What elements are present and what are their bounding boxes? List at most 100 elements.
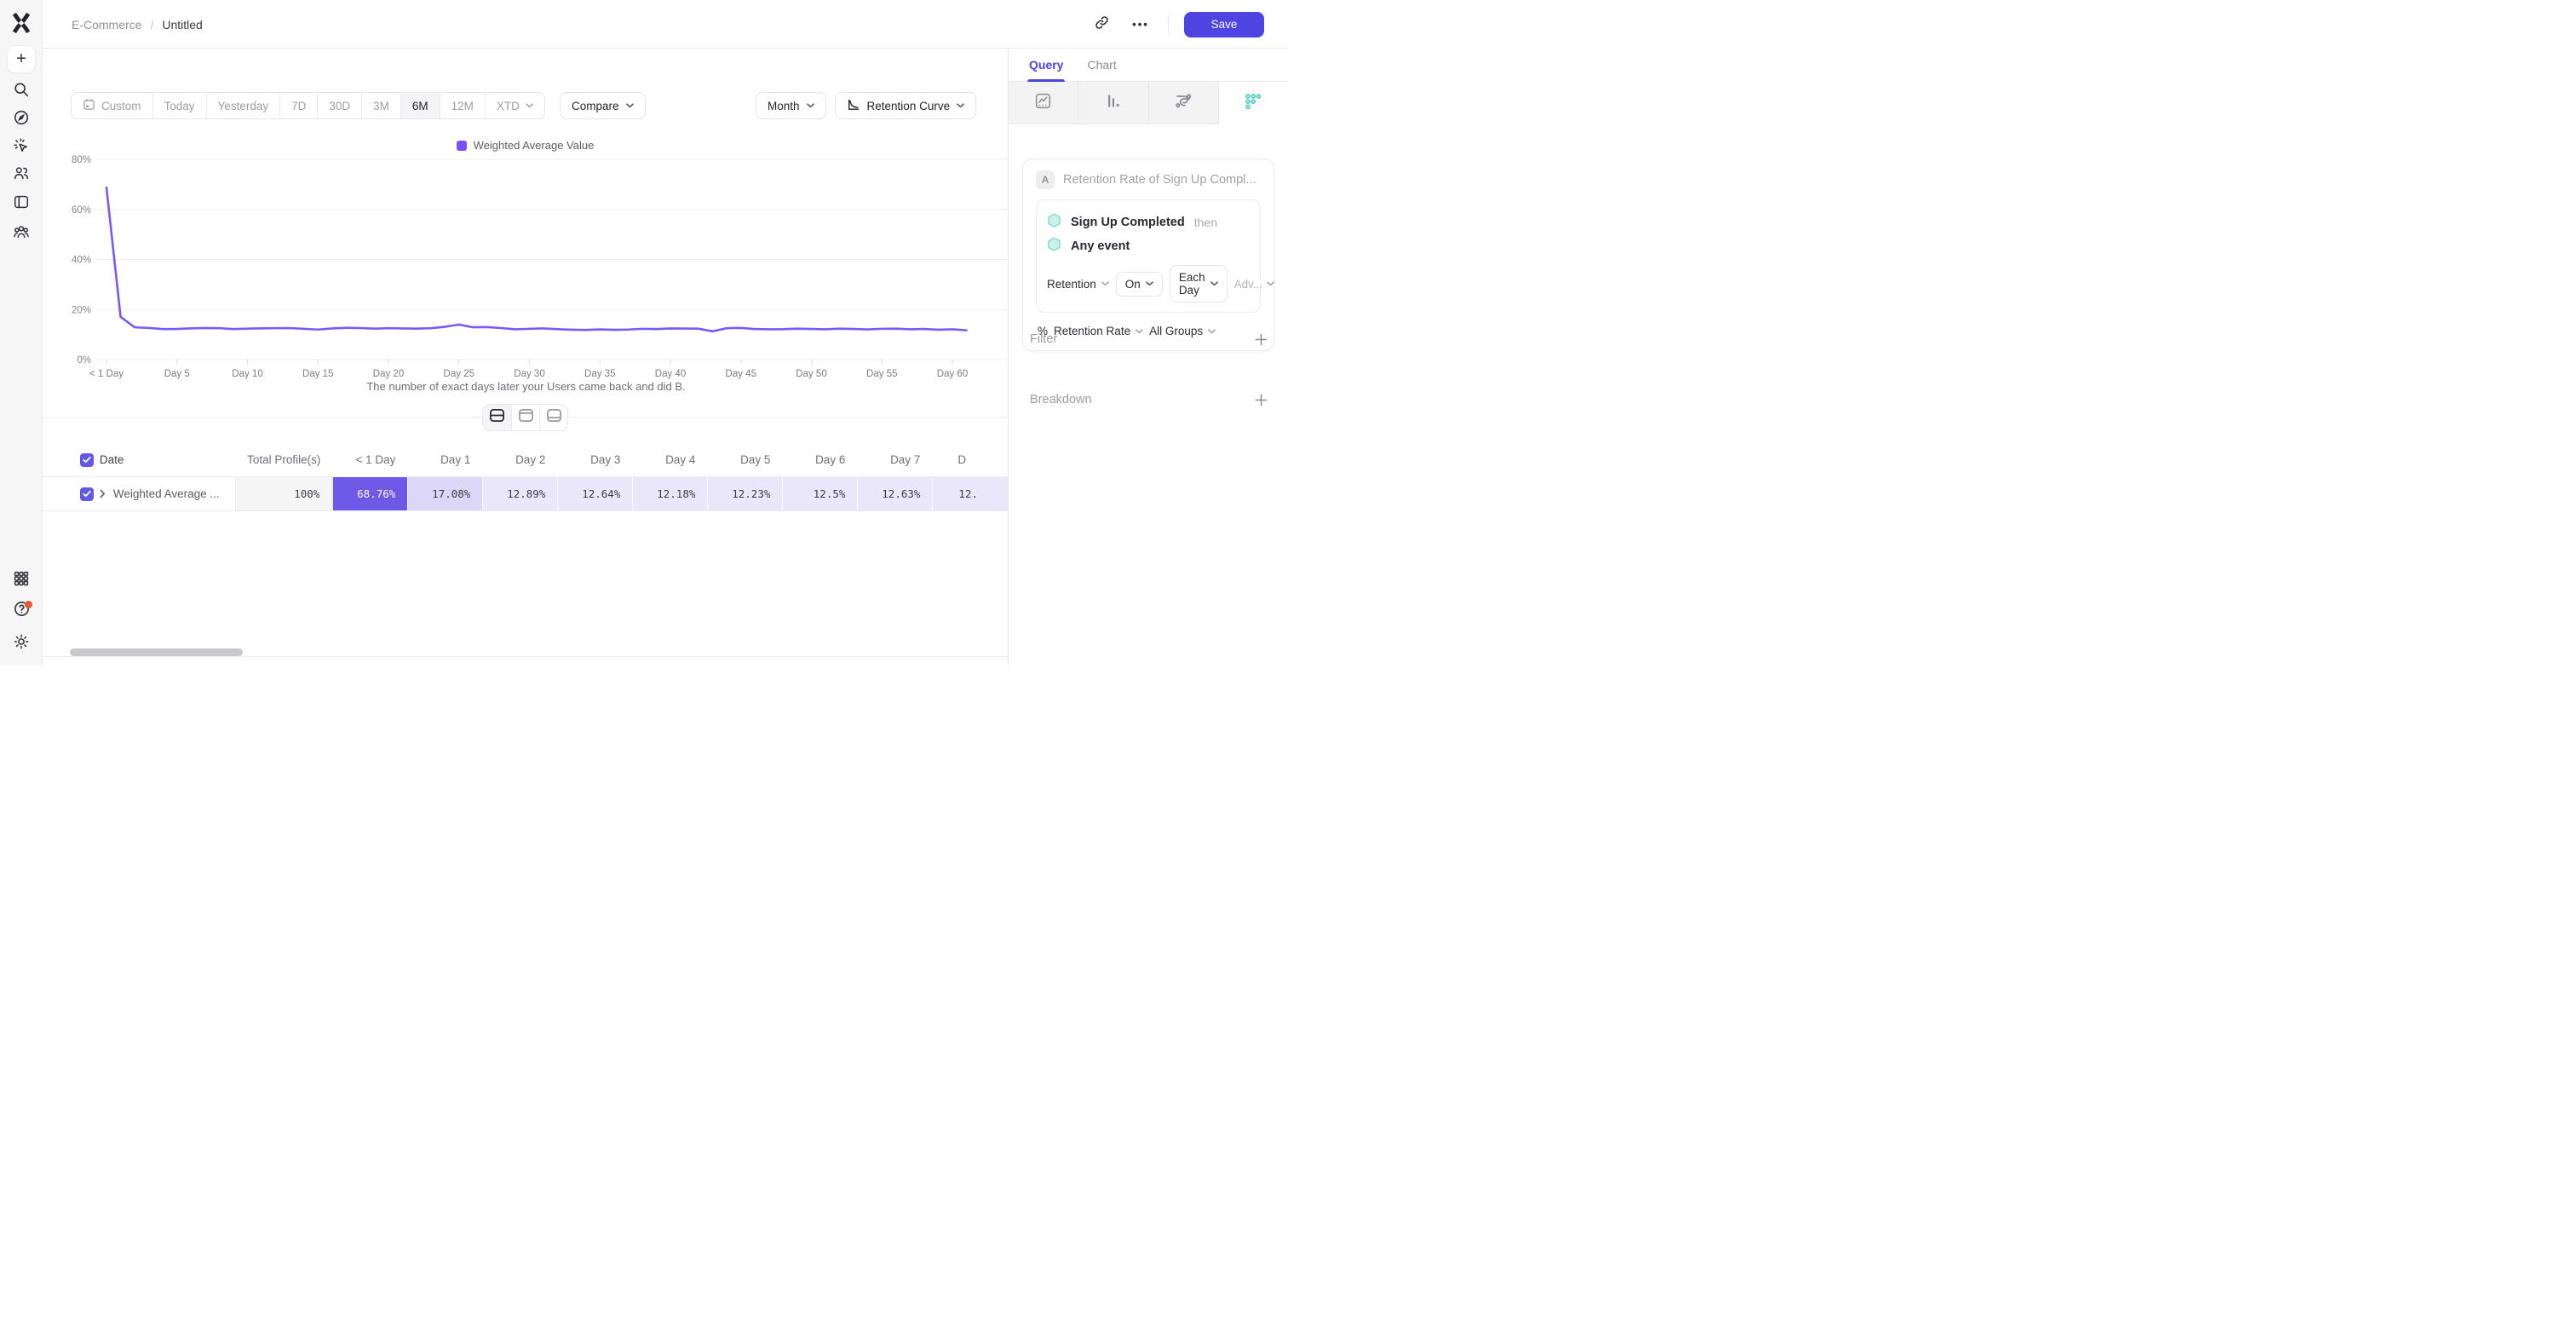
range-xtd-label: XTD (497, 100, 520, 112)
compare-button[interactable]: Compare (560, 92, 646, 119)
range-custom[interactable]: Custom (72, 93, 152, 118)
mixpanel-logo[interactable] (10, 12, 32, 38)
svg-text:Day 30: Day 30 (514, 369, 544, 379)
report-type-flows[interactable] (1149, 82, 1219, 124)
advanced-label: Adv... (1234, 278, 1263, 291)
sidebar-item-settings[interactable] (0, 631, 43, 656)
sidebar-item-search[interactable] (0, 78, 43, 104)
breadcrumb-project[interactable]: E-Commerce (72, 18, 141, 32)
first-event-row[interactable]: Sign Up Completed then (1047, 210, 1250, 234)
row-checkbox[interactable] (80, 487, 94, 501)
grid-icon (13, 570, 30, 591)
split-view-toggle[interactable] (483, 405, 511, 430)
range-today[interactable]: Today (152, 93, 206, 118)
retention-on-dropdown[interactable]: On (1116, 272, 1163, 297)
plus-icon: + (16, 49, 26, 69)
chart-type-dropdown[interactable]: Retention Curve (835, 92, 977, 119)
select-all-checkbox[interactable] (80, 453, 94, 467)
breadcrumb: E-Commerce / Untitled (72, 0, 203, 49)
sidebar-item-help[interactable] (0, 598, 43, 624)
column-header[interactable]: Day 6 (782, 443, 857, 476)
svg-text:Day 60: Day 60 (937, 369, 968, 379)
more-options-button[interactable]: ••• (1129, 13, 1153, 37)
copy-link-button[interactable] (1090, 13, 1113, 37)
insights-chart-icon (1034, 92, 1052, 114)
report-type-insights[interactable] (1009, 82, 1078, 124)
sidebar-item-explore[interactable] (0, 107, 43, 132)
range-7d[interactable]: 7D (279, 93, 317, 118)
save-button[interactable]: Save (1184, 12, 1264, 37)
retention-controls-row: Retention On Each Day Adv... (1047, 265, 1250, 302)
query-title[interactable]: Retention Rate of Sign Up Compl... (1063, 173, 1256, 187)
table-only-toggle[interactable] (539, 405, 567, 430)
sidebar-item-users[interactable] (0, 162, 43, 187)
scroll-track-line (43, 656, 1008, 657)
svg-text:Day 45: Day 45 (726, 369, 756, 379)
row-expand-chevron[interactable] (100, 489, 106, 498)
column-header-clipped[interactable]: D (932, 443, 1008, 476)
horizontal-scrollbar[interactable] (70, 648, 243, 656)
sidebar-item-boards[interactable] (0, 191, 43, 216)
report-type-funnels[interactable] (1078, 82, 1148, 124)
header-divider (1168, 14, 1169, 35)
range-yesterday[interactable]: Yesterday (206, 93, 280, 118)
notification-dot (25, 601, 32, 608)
sidebar-item-apps[interactable] (0, 568, 43, 593)
column-header[interactable]: Day 4 (632, 443, 707, 476)
create-new-button[interactable]: + (7, 45, 36, 73)
range-6m[interactable]: 6M (400, 93, 440, 118)
sidebar-item-events[interactable] (0, 135, 43, 160)
top-bar: E-Commerce / Untitled ••• Save (0, 0, 1288, 49)
date-range-segmented-control: Custom Today Yesterday 7D 30D 3M 6M 12M … (71, 92, 545, 119)
report-type-retention[interactable] (1219, 82, 1288, 124)
retention-type-dropdown[interactable]: Retention (1047, 278, 1109, 291)
range-12m[interactable]: 12M (440, 93, 485, 118)
column-header[interactable]: Day 5 (707, 443, 782, 476)
report-type-strip (1009, 82, 1288, 124)
chart-only-toggle[interactable] (511, 405, 539, 430)
sidebar-item-cohorts[interactable] (0, 221, 43, 246)
column-header-total-profiles[interactable]: Total Profile(s) (235, 443, 332, 476)
retention-interval-dropdown[interactable]: Each Day (1170, 265, 1228, 302)
flows-icon (1174, 91, 1193, 114)
column-header[interactable]: < 1 Day (332, 443, 407, 476)
column-header[interactable]: Day 3 (557, 443, 632, 476)
column-header-date[interactable]: Date (96, 443, 236, 476)
group-icon (13, 223, 30, 245)
range-xtd[interactable]: XTD (485, 93, 544, 118)
tab-query[interactable]: Query (1029, 49, 1063, 82)
svg-text:Day 25: Day 25 (444, 369, 474, 379)
breadcrumb-report-title[interactable]: Untitled (162, 18, 202, 32)
second-event-row[interactable]: Any event (1047, 234, 1250, 258)
retention-table: Date Total Profile(s) < 1 Day Day 1 Day … (43, 443, 1008, 511)
tab-chart[interactable]: Chart (1087, 49, 1116, 82)
compass-icon (13, 109, 30, 130)
second-event-name[interactable]: Any event (1071, 239, 1130, 253)
column-header[interactable]: Day 7 (857, 443, 932, 476)
range-30d[interactable]: 30D (317, 93, 361, 118)
chevron-down-icon (957, 103, 964, 108)
svg-text:Day 50: Day 50 (796, 369, 826, 379)
range-3m[interactable]: 3M (361, 93, 400, 118)
add-breakdown-button[interactable] (1255, 394, 1268, 406)
retention-dots-icon (1244, 92, 1262, 115)
granularity-label: Month (768, 100, 800, 112)
svg-text:Day 10: Day 10 (232, 369, 262, 379)
chevron-down-icon (807, 103, 814, 108)
svg-text:Day 55: Day 55 (866, 369, 897, 379)
add-filter-button[interactable] (1255, 333, 1268, 346)
gear-icon (13, 633, 30, 654)
column-header[interactable]: Day 1 (407, 443, 482, 476)
left-sidebar: + (0, 0, 43, 666)
app-window: E-Commerce / Untitled ••• Save + (0, 0, 1288, 666)
panel-tab-bar: Query Chart (1009, 49, 1288, 82)
advanced-dropdown[interactable]: Adv... (1234, 278, 1275, 291)
svg-text:< 1 Day: < 1 Day (89, 369, 124, 379)
first-event-name[interactable]: Sign Up Completed (1071, 216, 1185, 229)
retention-type-label: Retention (1047, 278, 1096, 291)
chevron-down-icon (1267, 281, 1274, 286)
granularity-dropdown[interactable]: Month (756, 92, 826, 119)
retention-curve-icon (847, 98, 860, 114)
column-header[interactable]: Day 2 (482, 443, 557, 476)
link-icon (1094, 14, 1110, 35)
